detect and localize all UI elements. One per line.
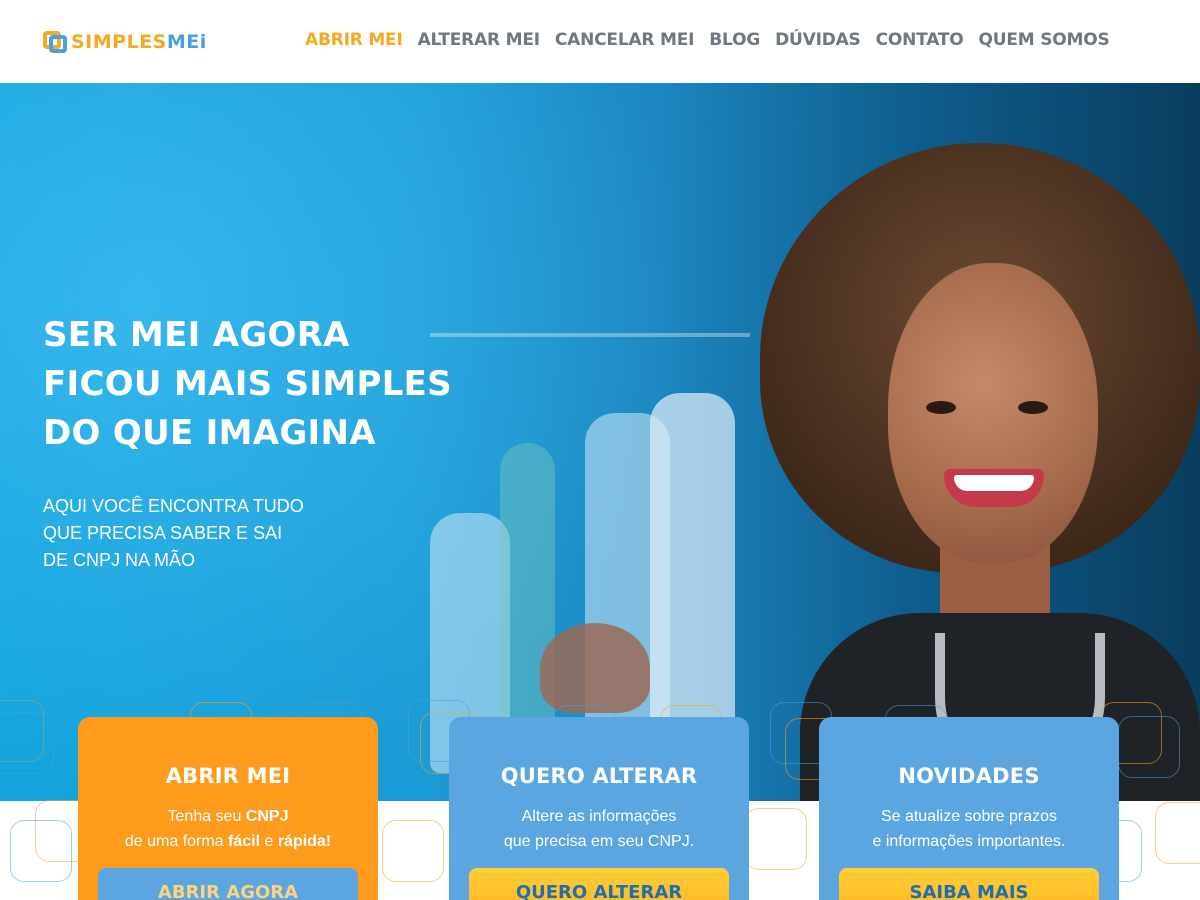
site-logo[interactable]: SIMPLESMEi	[43, 29, 207, 55]
eye	[1018, 401, 1048, 414]
card-abrir-mei: ABRIR MEI Tenha seu CNPJ de uma forma fá…	[78, 717, 378, 900]
hero-title: SER MEI AGORA FICOU MAIS SIMPLES DO QUE …	[43, 311, 452, 458]
hero-subtitle-line: QUE PRECISA SABER E SAI	[43, 523, 283, 543]
hero-banner: SER MEI AGORA FICOU MAIS SIMPLES DO QUE …	[0, 83, 1200, 801]
main-nav: ABRIR MEI ALTERAR MEI CANCELAR MEI BLOG …	[305, 30, 1110, 50]
card-description: Se atualize sobre prazos e informações i…	[872, 808, 1066, 850]
nav-quem-somos[interactable]: QUEM SOMOS	[979, 30, 1110, 50]
saiba-mais-button[interactable]: SAIBA MAIS	[839, 868, 1099, 900]
hero-hand	[540, 623, 650, 713]
clothes-rack	[430, 333, 750, 337]
nav-alterar-mei[interactable]: ALTERAR MEI	[418, 30, 540, 50]
card-title: NOVIDADES	[898, 764, 1040, 788]
card-novidades: NOVIDADES Se atualize sobre prazos e inf…	[819, 717, 1119, 900]
abrir-agora-button[interactable]: ABRIR AGORA	[98, 868, 358, 900]
hero-title-line: DO QUE IMAGINA	[43, 413, 376, 453]
hero-title-line: FICOU MAIS SIMPLES	[43, 364, 452, 404]
hero-title-line: SER MEI AGORA	[43, 315, 350, 355]
smile	[944, 469, 1044, 507]
card-title: ABRIR MEI	[165, 764, 291, 788]
logo-text-part1: SIMPLES	[71, 31, 167, 53]
nav-contato[interactable]: CONTATO	[876, 30, 964, 50]
logo-text: SIMPLESMEi	[71, 31, 207, 53]
logo-text-part2: MEi	[166, 31, 207, 53]
quero-alterar-button[interactable]: QUERO ALTERAR	[469, 868, 729, 900]
nav-abrir-mei[interactable]: ABRIR MEI	[305, 30, 403, 50]
card-title: QUERO ALTERAR	[500, 764, 698, 788]
nav-duvidas[interactable]: DÚVIDAS	[775, 30, 861, 50]
site-header: SIMPLESMEi ABRIR MEI ALTERAR MEI CANCELA…	[0, 0, 1200, 83]
eye	[926, 401, 956, 414]
nav-cancelar-mei[interactable]: CANCELAR MEI	[555, 30, 695, 50]
card-quero-alterar: QUERO ALTERAR Altere as informações que …	[449, 717, 749, 900]
hero-subtitle-line: DE CNPJ NA MÃO	[43, 550, 196, 570]
card-description: Altere as informações que precisa em seu…	[503, 808, 695, 850]
logo-icon	[43, 31, 67, 53]
face	[888, 263, 1098, 563]
nav-blog[interactable]: BLOG	[709, 30, 760, 50]
hero-subtitle: AQUI VOCÊ ENCONTRA TUDO QUE PRECISA SABE…	[43, 493, 304, 574]
hero-subtitle-line: AQUI VOCÊ ENCONTRA TUDO	[43, 496, 304, 516]
card-description: Tenha seu CNPJ de uma forma fácil e rápi…	[124, 808, 332, 850]
